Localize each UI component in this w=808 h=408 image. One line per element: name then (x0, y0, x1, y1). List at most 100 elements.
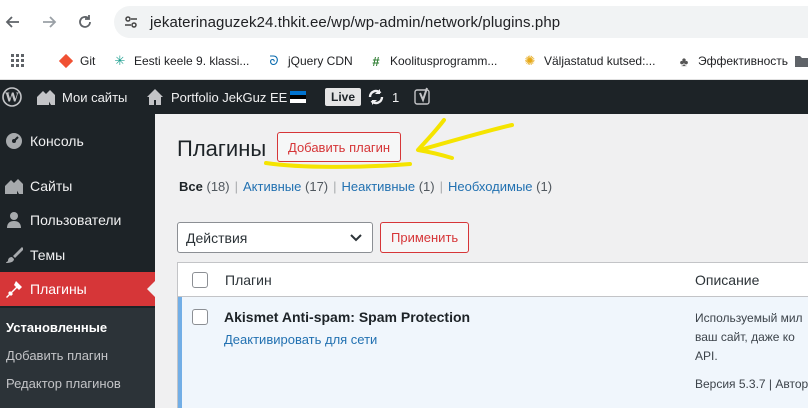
bulk-action-value: Действия (186, 229, 248, 246)
sidebar-item-label: Пользователи (30, 212, 122, 228)
filter-required[interactable]: Необходимые (448, 179, 533, 194)
apps-grid-icon (10, 53, 26, 69)
bookmark-apps[interactable] (10, 53, 32, 69)
paintbrush-icon (4, 245, 24, 265)
live-badge: Live (325, 88, 362, 106)
separator: | (234, 179, 238, 194)
bookmark-koolitus[interactable]: # Koolitusprogramm... (368, 53, 497, 69)
column-description: Описание (695, 272, 760, 288)
my-sites-label: Мои сайты (62, 89, 128, 105)
sidebar-item-label: Плагины (30, 281, 87, 297)
wp-admin-bar: W Мои сайты Portfolio JekGuz EE Live 1 (0, 80, 808, 114)
site-name-label: Portfolio JekGuz EE (171, 89, 288, 105)
plugins-submenu: Установленные Добавить плагин Редактор п… (0, 308, 155, 408)
puzzle-icon: ✳ (114, 53, 126, 68)
back-arrow-icon[interactable] (2, 11, 24, 33)
apply-button[interactable]: Применить (380, 222, 470, 253)
site-name-menu[interactable]: Portfolio JekGuz EE (145, 80, 287, 114)
filter-active-count: (17) (305, 179, 329, 194)
sidebar-item-plugins[interactable]: Плагины (0, 272, 155, 306)
submenu-add-plugin[interactable]: Добавить плагин (6, 348, 108, 363)
filter-inactive-count: (1) (418, 179, 435, 194)
select-all-checkbox[interactable] (192, 272, 208, 288)
filter-active[interactable]: Активные (243, 179, 301, 194)
row-checkbox[interactable] (192, 309, 208, 325)
bookmark-label: Эффективность (698, 54, 789, 68)
forward-arrow-icon[interactable] (38, 11, 60, 33)
yoast-menu[interactable] (413, 80, 439, 114)
bookmark-folder[interactable] (794, 53, 808, 69)
plugin-name: Akismet Anti-spam: Spam Protection (224, 309, 471, 325)
bulk-action-select[interactable]: Действия (177, 222, 373, 253)
page-title: Плагины (177, 136, 267, 161)
bookmark-label: Git (80, 54, 96, 68)
updates-count: 1 (392, 89, 400, 105)
browser-toolbar: jekaterinaguzek24.thkit.ee/wp/wp-admin/n… (0, 0, 808, 44)
bookmark-eesti[interactable]: ✳ Eesti keele 9. klassi... (112, 53, 250, 69)
bookmark-label: Koolitusprogramm... (390, 54, 498, 68)
deactivate-link[interactable]: Деактивировать для сети (224, 332, 377, 347)
reload-icon[interactable] (74, 11, 96, 33)
bookmark-git[interactable]: Git (58, 53, 95, 69)
plugins-table: Плагин Описание Akismet Anti-spam: Spam … (177, 262, 808, 408)
yoast-icon (413, 87, 433, 107)
site-info-icon[interactable] (120, 11, 142, 33)
sidebar-item-label: Сайты (30, 178, 73, 194)
table-header: Плагин Описание (178, 263, 808, 297)
bookmark-effektivnost[interactable]: ♣ Эффективность (676, 53, 788, 69)
bookmarks-bar: Git ✳ Eesti keele 9. klassi... ᘐ jQuery … (0, 44, 808, 80)
filter-all-count: (18) (206, 179, 230, 194)
description-line: ваш сайт, даже ко (695, 330, 795, 344)
submenu-installed[interactable]: Установленные (6, 320, 107, 335)
language-flag[interactable] (290, 80, 306, 114)
sidebar-item-users[interactable]: Пользователи (0, 203, 155, 237)
sidebar-item-dashboard[interactable]: Консоль (0, 124, 155, 158)
git-icon (58, 53, 74, 69)
my-sites-menu[interactable]: Мои сайты (36, 80, 127, 114)
plugin-icon (4, 279, 24, 299)
bookmark-valjastatud[interactable]: ✺ Väljastatud kutsed:... (522, 53, 656, 69)
bookmark-label: Väljastatud kutsed:... (544, 54, 656, 68)
my-sites-icon (4, 176, 24, 196)
jquery-icon: ᘐ (269, 53, 279, 68)
sidebar-item-sites[interactable]: Сайты (0, 169, 155, 203)
filter-inactive[interactable]: Неактивные (342, 179, 416, 194)
live-status[interactable]: Live (325, 80, 362, 114)
add-plugin-button[interactable]: Добавить плагин (277, 132, 402, 162)
hash-icon: # (372, 53, 380, 69)
submenu-plugin-editor[interactable]: Редактор плагинов (6, 376, 121, 391)
user-icon (4, 210, 24, 230)
my-sites-icon (36, 87, 56, 107)
url-text[interactable]: jekaterinaguzek24.thkit.ee/wp/wp-admin/n… (150, 14, 560, 31)
sidebar-item-label: Темы (30, 247, 66, 263)
bookmark-label: jQuery CDN (288, 54, 353, 68)
active-indicator (178, 297, 182, 408)
sidebar-item-themes[interactable]: Темы (0, 238, 155, 272)
plugin-version: Версия 5.3.7 | Автор (695, 377, 808, 391)
wordpress-logo-icon: W (2, 87, 22, 107)
wp-logo-button[interactable]: W (2, 80, 28, 114)
sidebar-item-label: Консоль (30, 133, 84, 149)
home-icon (145, 87, 165, 107)
bookmark-label: Eesti keele 9. klassi... (134, 54, 250, 68)
drop-icon: ♣ (679, 53, 689, 69)
table-row: Akismet Anti-spam: Spam Protection Деакт… (178, 297, 808, 408)
description-line: API. (695, 349, 718, 363)
estonia-flag-icon (290, 91, 306, 103)
bookmark-jquery[interactable]: ᘐ jQuery CDN (266, 53, 353, 69)
plugin-description: Используемый мил ваш сайт, даже ко API. (695, 309, 808, 366)
column-plugin[interactable]: Плагин (225, 272, 272, 288)
separator: | (439, 179, 443, 194)
gear-icon: ✺ (524, 53, 536, 68)
address-bar[interactable]: jekaterinaguzek24.thkit.ee/wp/wp-admin/n… (114, 6, 808, 38)
chevron-down-icon (348, 229, 364, 248)
filter-required-count: (1) (536, 179, 553, 194)
dashboard-icon (4, 131, 24, 151)
main-content: Плагины Добавить плагин Все (18) | Активны… (155, 114, 808, 408)
filter-all[interactable]: Все (179, 179, 203, 194)
folder-icon (794, 53, 808, 69)
separator: | (333, 179, 337, 194)
updates-icon (366, 87, 386, 107)
updates-menu[interactable]: 1 (366, 80, 399, 114)
description-line: Используемый мил (695, 311, 803, 325)
